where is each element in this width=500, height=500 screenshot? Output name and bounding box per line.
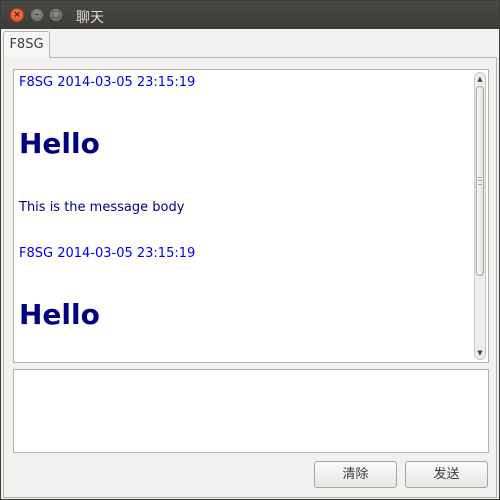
message-title: Hello xyxy=(19,298,100,331)
scroll-down-icon[interactable]: ▼ xyxy=(475,348,485,358)
chat-history-content: F8SG 2014-03-05 23:15:19 Hello This is t… xyxy=(19,70,469,332)
title-bar[interactable]: × – □ 聊天 xyxy=(1,1,499,29)
scroll-thumb[interactable] xyxy=(476,86,484,276)
send-button[interactable]: 发送 xyxy=(405,461,488,488)
maximize-window-button[interactable]: □ xyxy=(49,8,63,22)
close-window-button[interactable]: × xyxy=(10,8,24,22)
message-body: This is the message body xyxy=(19,200,185,215)
grip-icon xyxy=(478,177,482,185)
window-title: 聊天 xyxy=(76,10,104,26)
minimize-window-button[interactable]: – xyxy=(30,8,44,22)
scroll-up-icon[interactable]: ▲ xyxy=(475,74,485,84)
chat-history-view[interactable]: F8SG 2014-03-05 23:15:19 Hello This is t… xyxy=(13,69,489,363)
message-input[interactable] xyxy=(13,369,489,453)
clear-button[interactable]: 清除 xyxy=(314,461,397,488)
message-header: F8SG 2014-03-05 23:15:19 xyxy=(19,75,196,90)
message-title: Hello xyxy=(19,127,100,160)
tab-label: F8SG xyxy=(9,37,44,52)
tab-f8sg[interactable]: F8SG xyxy=(3,31,50,58)
chat-scrollbar[interactable]: ▲ ▼ xyxy=(474,72,486,360)
message-header: F8SG 2014-03-05 23:15:19 xyxy=(19,246,196,261)
chat-window: × – □ 聊天 F8SG F8SG 2014-03-05 23:15:19 H… xyxy=(0,0,500,500)
